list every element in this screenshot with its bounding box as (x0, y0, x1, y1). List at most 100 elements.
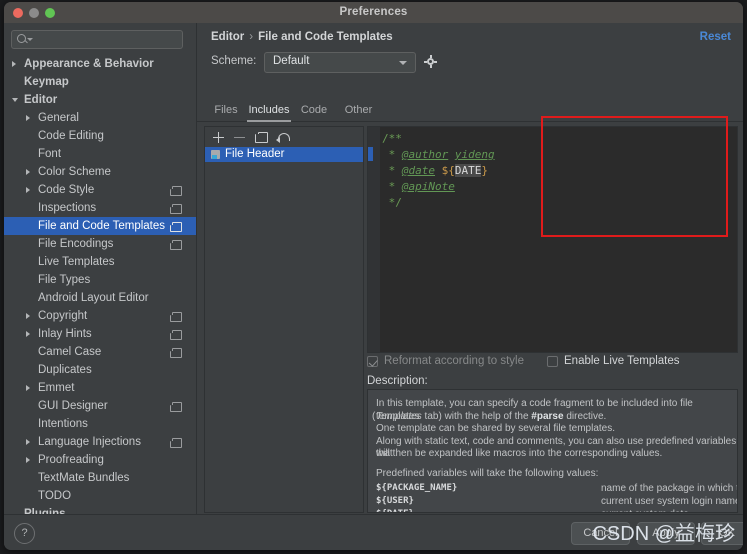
breadcrumb-separator-icon: › (249, 31, 253, 43)
remove-template-button[interactable] (232, 131, 246, 144)
sidebar-item-editor[interactable]: Editor (4, 91, 196, 109)
cancel-button[interactable]: Cancel (571, 522, 630, 545)
variable-meaning: name of the package in which the new fil… (601, 483, 738, 494)
code-line-comment-open: /** (382, 132, 402, 145)
variable-name: ${DATE} (376, 509, 414, 513)
description-line-2: Templates tab) with the help of the #par… (376, 411, 606, 424)
add-template-button[interactable] (211, 131, 225, 144)
project-scope-icon (172, 402, 182, 412)
chevron-right-icon[interactable] (26, 331, 30, 337)
sidebar-item-label: Proofreading (38, 451, 104, 469)
sidebar-item-label: Camel Case (38, 343, 101, 361)
template-list-panel: File Header (204, 126, 364, 513)
sidebar-item-code-style[interactable]: Code Style (4, 181, 196, 199)
template-list: File Header (205, 147, 363, 162)
help-button[interactable]: ? (14, 523, 35, 544)
chevron-right-icon[interactable] (26, 385, 30, 391)
sidebar-item-inlay-hints[interactable]: Inlay Hints (4, 325, 196, 343)
sidebar-item-label: Live Templates (38, 253, 115, 271)
sidebar-item-label: File Encodings (38, 235, 113, 253)
code-author-value: yideng (455, 148, 495, 161)
search-input[interactable] (11, 30, 183, 49)
chevron-right-icon[interactable] (12, 61, 16, 67)
chevron-right-icon[interactable] (26, 169, 30, 175)
scheme-select[interactable]: Default (264, 52, 416, 73)
editor-gutter (368, 127, 380, 352)
sidebar-item-gui-designer[interactable]: GUI Designer (4, 397, 196, 415)
sidebar-item-code-editing[interactable]: Code Editing (4, 127, 196, 145)
tab-includes[interactable]: Includes (247, 101, 291, 122)
copy-template-button[interactable] (254, 131, 268, 144)
sidebar-item-label: General (38, 109, 79, 127)
sidebar-item-label: Emmet (38, 379, 74, 397)
sidebar-item-file-encodings[interactable]: File Encodings (4, 235, 196, 253)
sidebar-item-file-and-code-templates[interactable]: File and Code Templates (4, 217, 196, 235)
sidebar-item-plugins[interactable]: Plugins (4, 505, 196, 514)
template-category-tabs: Files Includes Code Other (197, 101, 743, 122)
reset-link[interactable]: Reset (700, 31, 731, 43)
variable-meaning: current user system login name (601, 496, 738, 507)
list-item-label: File Header (225, 147, 284, 162)
sidebar-item-label: Color Scheme (38, 163, 111, 181)
sidebar-item-textmate-bundles[interactable]: TextMate Bundles (4, 469, 196, 487)
breadcrumb-current: File and Code Templates (258, 31, 393, 43)
breadcrumb-parent[interactable]: Editor (211, 31, 244, 43)
sidebar-item-label: Keymap (24, 73, 69, 91)
chevron-right-icon[interactable] (26, 439, 30, 445)
sidebar-item-label: Font (38, 145, 61, 163)
sidebar-item-todo[interactable]: TODO (4, 487, 196, 505)
description-label: Description: (367, 375, 428, 387)
variable-meaning: current system date (601, 509, 689, 513)
sidebar-item-label: Editor (24, 91, 57, 109)
list-item[interactable]: File Header (205, 147, 363, 162)
reformat-checkbox[interactable] (367, 356, 378, 367)
chevron-right-icon[interactable] (26, 187, 30, 193)
chevron-right-icon[interactable] (26, 115, 30, 121)
sidebar-item-emmet[interactable]: Emmet (4, 379, 196, 397)
search-icon (17, 34, 26, 43)
chevron-down-icon[interactable] (12, 98, 18, 102)
sidebar-item-label: Code Style (38, 181, 94, 199)
project-scope-icon (172, 438, 182, 448)
sidebar-item-copyright[interactable]: Copyright (4, 307, 196, 325)
sidebar-item-keymap[interactable]: Keymap (4, 73, 196, 91)
apply-button[interactable]: Apply (637, 522, 695, 545)
sidebar-item-label: Appearance & Behavior (24, 55, 154, 73)
search-options-caret-icon[interactable] (27, 38, 33, 41)
editor-options-row: Reformat according to style Enable Live … (367, 355, 736, 371)
tab-files[interactable]: Files (211, 101, 241, 120)
sidebar-item-color-scheme[interactable]: Color Scheme (4, 163, 196, 181)
sidebar-item-proofreading[interactable]: Proofreading (4, 451, 196, 469)
ok-button[interactable]: OK (701, 522, 743, 545)
title-bar: Preferences (4, 2, 743, 24)
project-scope-icon (172, 330, 182, 340)
enable-live-templates-checkbox[interactable] (547, 356, 558, 367)
reset-template-button[interactable] (276, 131, 290, 144)
sidebar-item-label: Intentions (38, 415, 88, 433)
sidebar-item-duplicates[interactable]: Duplicates (4, 361, 196, 379)
tab-code[interactable]: Code (297, 101, 331, 120)
sidebar-item-camel-case[interactable]: Camel Case (4, 343, 196, 361)
description-box: In this template, you can specify a code… (367, 389, 738, 513)
template-code-editor[interactable]: /** * @author yideng * @date ${DATE} * @… (367, 126, 738, 353)
project-scope-icon (172, 186, 182, 196)
sidebar-item-font[interactable]: Font (4, 145, 196, 163)
preferences-window: Preferences Appearance & BehaviorKeymapE… (4, 2, 743, 550)
sidebar-item-label: Language Injections (38, 433, 141, 451)
gear-icon[interactable] (424, 55, 437, 68)
chevron-right-icon[interactable] (26, 457, 30, 463)
sidebar-item-general[interactable]: General (4, 109, 196, 127)
sidebar-item-live-templates[interactable]: Live Templates (4, 253, 196, 271)
sidebar-item-label: File Types (38, 271, 90, 289)
sidebar-item-intentions[interactable]: Intentions (4, 415, 196, 433)
chevron-right-icon[interactable] (26, 313, 30, 319)
sidebar-item-android-layout-editor[interactable]: Android Layout Editor (4, 289, 196, 307)
dialog-footer: ? Cancel Apply OK CSDN @益梅珍 (4, 514, 743, 550)
sidebar-item-language-injections[interactable]: Language Injections (4, 433, 196, 451)
scheme-row: Scheme: Default (211, 52, 611, 72)
code-line-comment-close: */ (382, 196, 402, 209)
sidebar-item-inspections[interactable]: Inspections (4, 199, 196, 217)
sidebar-item-appearance-behavior[interactable]: Appearance & Behavior (4, 55, 196, 73)
sidebar-item-file-types[interactable]: File Types (4, 271, 196, 289)
tab-other[interactable]: Other (340, 101, 377, 120)
